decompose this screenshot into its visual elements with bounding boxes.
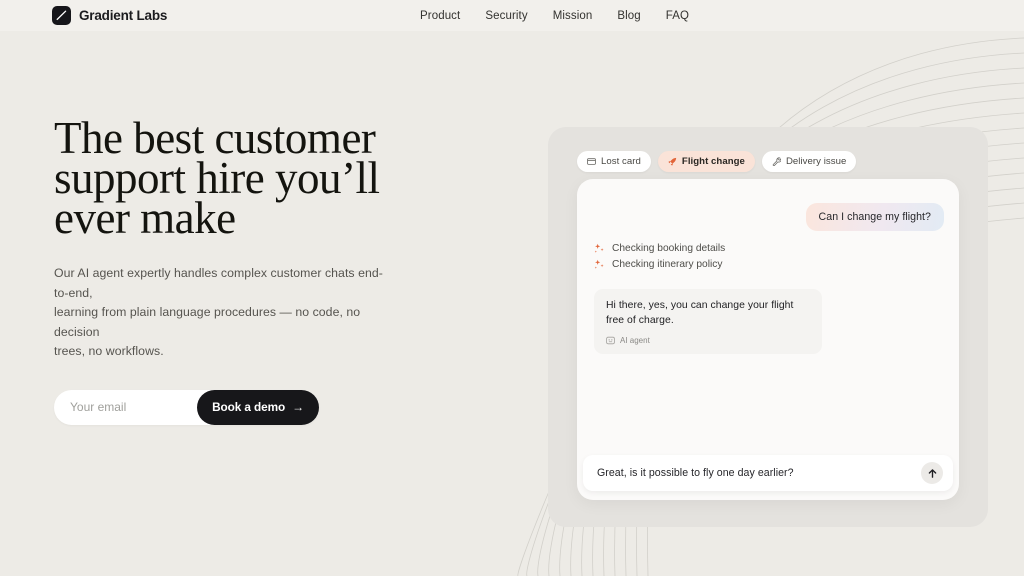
tab-flight-change-label: Flight change: [681, 156, 745, 167]
wrench-icon: [772, 157, 781, 166]
tab-lost-card[interactable]: Lost card: [577, 151, 651, 172]
status-row-itinerary-policy: Checking itinerary policy: [594, 259, 725, 270]
status-label-booking-details: Checking booking details: [612, 243, 726, 254]
sparkles-icon: [594, 259, 604, 269]
agent-tag-label: AI agent: [620, 336, 650, 345]
page-title: The best customer support hire you’ll ev…: [54, 113, 454, 243]
subhead-line-2: learning from plain language procedures …: [54, 305, 361, 339]
tab-lost-card-label: Lost card: [601, 156, 641, 167]
nav-item-blog[interactable]: Blog: [617, 10, 640, 22]
subhead-line-1: Our AI agent expertly handles complex cu…: [54, 266, 383, 300]
email-signup-form: Book a demo →: [54, 389, 319, 425]
sparkles-icon: [594, 243, 604, 253]
subhead-line-3: trees, no workflows.: [54, 344, 164, 358]
chat-scenario-tabs: Lost card Flight change Delivery issue: [577, 151, 857, 172]
site-header: Gradient Labs Product Security Mission B…: [0, 0, 1024, 31]
send-button[interactable]: [921, 462, 943, 484]
status-row-booking-details: Checking booking details: [594, 243, 725, 254]
user-message-text: Can I change my flight?: [818, 211, 931, 223]
arrow-right-icon: →: [292, 400, 304, 414]
user-message-bubble: Can I change my flight?: [805, 203, 944, 231]
agent-message-bubble: Hi there, yes, you can change your fligh…: [594, 289, 822, 354]
chat-conversation-card: Can I change my flight? Checking booking…: [577, 179, 959, 500]
credit-card-icon: [587, 157, 596, 166]
chat-message-input[interactable]: [583, 467, 921, 479]
agent-status-list: Checking booking details Checking itiner…: [594, 243, 725, 270]
robot-face-icon: [606, 336, 615, 345]
hero-section: The best customer support hire you’ll ev…: [54, 113, 454, 425]
agent-tag: AI agent: [606, 336, 810, 345]
brand-name: Gradient Labs: [79, 8, 168, 23]
main-nav: Product Security Mission Blog FAQ: [420, 0, 689, 31]
headline-line-1: The best customer: [54, 113, 376, 163]
status-label-itinerary-policy: Checking itinerary policy: [612, 259, 723, 270]
headline-line-3: ever make: [54, 193, 236, 243]
tab-flight-change[interactable]: Flight change: [657, 151, 755, 172]
page-root: Gradient Labs Product Security Mission B…: [0, 0, 1024, 576]
hero-subheading: Our AI agent expertly handles complex cu…: [54, 264, 392, 362]
headline-line-2: support hire you’ll: [54, 153, 380, 203]
nav-item-product[interactable]: Product: [420, 10, 460, 22]
agent-message-text: Hi there, yes, you can change your fligh…: [606, 300, 794, 326]
nav-item-faq[interactable]: FAQ: [666, 10, 689, 22]
book-demo-button[interactable]: Book a demo →: [197, 389, 319, 425]
brand-logo[interactable]: Gradient Labs: [52, 6, 167, 25]
nav-item-mission[interactable]: Mission: [553, 10, 593, 22]
tab-delivery-issue[interactable]: Delivery issue: [761, 151, 857, 172]
arrow-up-icon: [928, 468, 936, 478]
rocket-icon: [668, 157, 677, 166]
tab-delivery-issue-label: Delivery issue: [785, 156, 847, 167]
chat-input-bar: [583, 455, 953, 491]
book-demo-label: Book a demo: [212, 400, 286, 414]
nav-item-security[interactable]: Security: [485, 10, 527, 22]
email-field[interactable]: [54, 390, 204, 424]
diagonal-slash-logo-icon: [52, 6, 71, 25]
